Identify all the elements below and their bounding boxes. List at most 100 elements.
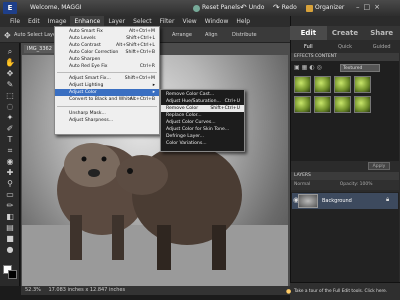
effect-thumbnail[interactable] bbox=[354, 76, 371, 93]
hand-tool-icon[interactable]: ✋ bbox=[4, 58, 16, 67]
gradient-tool-icon[interactable]: ▤ bbox=[4, 223, 16, 232]
move-tool-icon: ✥ bbox=[4, 31, 11, 40]
arrange-dropdown[interactable]: Arrange bbox=[172, 32, 192, 38]
menu-item-remove-color-cast[interactable]: Remove Color Cast... bbox=[161, 91, 244, 98]
organizer-button[interactable]: Organizer bbox=[306, 3, 344, 13]
document-size: 17.083 inches x 12.847 inches bbox=[48, 287, 126, 293]
effects-panel-header[interactable]: EFFECTS CONTENT bbox=[291, 53, 399, 61]
organizer-icon bbox=[306, 4, 313, 12]
mode-tabs: Edit Create Share bbox=[290, 26, 400, 40]
menu-item-adjust-color-curves[interactable]: Adjust Color Curves... bbox=[161, 119, 244, 126]
redo-button[interactable]: ↷ Redo bbox=[273, 3, 297, 13]
menu-item-replace-color[interactable]: Replace Color... bbox=[161, 112, 244, 119]
toolbox: ⌕ ✋ ✥ ✎ ⬚ ◌ ✦ ✐ T ⌗ ◉ ✚ ⚲ ▭ ✏ ◧ ▤ ■ ● bbox=[0, 43, 20, 286]
menu-item-auto-contrast[interactable]: Auto Contrast Alt+Shift+Ctrl+L bbox=[55, 42, 159, 49]
magic-wand-tool-icon[interactable]: ✦ bbox=[4, 113, 16, 122]
window-controls[interactable]: –□× bbox=[356, 3, 384, 11]
effects-type-icons[interactable]: ▣▦◐◎ bbox=[294, 64, 324, 71]
distribute-dropdown[interactable]: Distribute bbox=[232, 32, 257, 38]
layers-options: Normal Opacity: 100% bbox=[291, 180, 399, 190]
effect-thumbnail[interactable] bbox=[334, 96, 351, 113]
menu-item-adjust-color[interactable]: Adjust Color ▸ bbox=[55, 89, 159, 96]
undo-button[interactable]: ↶ Undo bbox=[240, 3, 264, 13]
apply-button[interactable]: Apply bbox=[368, 162, 390, 170]
clone-stamp-tool-icon[interactable]: ⚲ bbox=[4, 179, 16, 188]
brush-tool-icon[interactable]: ✏ bbox=[4, 201, 16, 210]
reset-icon bbox=[193, 4, 200, 12]
menu-item-auto-smart-fix[interactable]: Auto Smart Fix Alt+Ctrl+M bbox=[55, 28, 159, 35]
menu-item-convert-bw[interactable]: Convert to Black and White... Alt+Ctrl+B bbox=[55, 96, 159, 103]
crop-tool-icon[interactable]: ⌗ bbox=[4, 146, 16, 155]
tour-tip-link[interactable]: Take a tour of the Full Edit tools. Clic… bbox=[294, 289, 387, 294]
layers-list bbox=[291, 210, 399, 282]
menu-item-unsharp-mask[interactable]: Unsharp Mask... bbox=[55, 110, 159, 117]
menu-item-defringe-layer[interactable]: Defringe Layer... bbox=[161, 133, 244, 140]
menu-separator bbox=[57, 72, 157, 73]
menu-item-adjust-smart-fix[interactable]: Adjust Smart Fix... Shift+Ctrl+M bbox=[55, 75, 159, 82]
shape-tool-icon[interactable]: ■ bbox=[4, 234, 16, 243]
menu-help[interactable]: Help bbox=[232, 16, 254, 27]
tab-quick[interactable]: Quick bbox=[327, 42, 364, 52]
zoom-level: 52.3% bbox=[25, 287, 41, 293]
auto-select-layer-option[interactable]: Auto Select Layer bbox=[14, 32, 58, 38]
move-tool-icon[interactable]: ✥ bbox=[4, 69, 16, 78]
effect-thumbnail[interactable] bbox=[314, 76, 331, 93]
lock-icon: 🔒︎ bbox=[386, 196, 390, 203]
menu-separator bbox=[57, 106, 157, 107]
menu-item-auto-sharpen[interactable]: Auto Sharpen bbox=[55, 56, 159, 63]
tab-share[interactable]: Share bbox=[363, 26, 400, 40]
menu-view[interactable]: View bbox=[178, 16, 200, 27]
menu-item-color-variations[interactable]: Color Variations... bbox=[161, 140, 244, 147]
reset-panels-button[interactable]: Reset Panels bbox=[193, 3, 240, 13]
app-logo-icon: E bbox=[3, 2, 17, 14]
layer-name: Background bbox=[322, 198, 352, 204]
tab-edit[interactable]: Edit bbox=[290, 26, 327, 40]
effect-thumbnail[interactable] bbox=[334, 76, 351, 93]
effect-thumbnail[interactable] bbox=[294, 96, 311, 113]
menu-file[interactable]: File bbox=[6, 16, 24, 27]
undo-icon: ↶ bbox=[240, 3, 247, 12]
selection-brush-tool-icon[interactable]: ✐ bbox=[4, 124, 16, 133]
close-icon[interactable]: × bbox=[374, 3, 384, 11]
effect-thumbnail[interactable] bbox=[294, 76, 311, 93]
lightbulb-icon: ● bbox=[286, 288, 292, 295]
minimize-icon[interactable]: – bbox=[356, 3, 364, 11]
effect-thumbnail[interactable] bbox=[354, 96, 371, 113]
menu-item-adjust-color-skin-tone[interactable]: Adjust Color for Skin Tone... bbox=[161, 126, 244, 133]
menu-item-auto-color-correction[interactable]: Auto Color Correction Shift+Ctrl+B bbox=[55, 49, 159, 56]
tab-create[interactable]: Create bbox=[326, 26, 364, 40]
tab-full[interactable]: Full bbox=[290, 42, 327, 52]
lasso-tool-icon[interactable]: ◌ bbox=[4, 102, 16, 111]
edit-mode-tabs: Full Quick Guided bbox=[290, 42, 400, 52]
red-eye-tool-icon[interactable]: ◉ bbox=[4, 157, 16, 166]
tab-guided[interactable]: Guided bbox=[363, 42, 400, 52]
blur-tool-icon[interactable]: ● bbox=[4, 245, 16, 254]
layers-panel-header[interactable]: LAYERS bbox=[291, 172, 399, 180]
menu-item-auto-levels[interactable]: Auto Levels Shift+Ctrl+L bbox=[55, 35, 159, 42]
eraser-tool-icon[interactable]: ▭ bbox=[4, 190, 16, 199]
status-bar: 52.3% 17.083 inches x 12.847 inches bbox=[21, 286, 290, 295]
maximize-icon[interactable]: □ bbox=[364, 3, 375, 11]
effects-category-dropdown[interactable]: Textured bbox=[340, 64, 380, 72]
healing-brush-tool-icon[interactable]: ✚ bbox=[4, 168, 16, 177]
align-dropdown[interactable]: Align bbox=[205, 32, 218, 38]
effect-thumbnail[interactable] bbox=[314, 96, 331, 113]
layer-thumbnail bbox=[298, 194, 318, 208]
menu-item-adjust-hue-saturation[interactable]: Adjust Hue/Saturation... Ctrl+U bbox=[161, 98, 244, 105]
zoom-tool-icon[interactable]: ⌕ bbox=[4, 47, 16, 56]
menu-edit[interactable]: Edit bbox=[24, 16, 44, 27]
adjust-color-submenu: Remove Color Cast... Adjust Hue/Saturati… bbox=[160, 89, 245, 152]
opacity-field[interactable]: Opacity: 100% bbox=[340, 182, 373, 187]
type-tool-icon[interactable]: T bbox=[4, 135, 16, 144]
marquee-tool-icon[interactable]: ⬚ bbox=[4, 91, 16, 100]
enhance-menu: Auto Smart Fix Alt+Ctrl+M Auto Levels Shif… bbox=[54, 26, 160, 135]
menu-window[interactable]: Window bbox=[201, 16, 233, 27]
background-color-swatch[interactable] bbox=[8, 270, 17, 279]
menu-item-adjust-lighting[interactable]: Adjust Lighting ▸ bbox=[55, 82, 159, 89]
menu-item-remove-color[interactable]: Remove Color Shift+Ctrl+U bbox=[161, 105, 244, 112]
paint-bucket-tool-icon[interactable]: ◧ bbox=[4, 212, 16, 221]
eyedropper-tool-icon[interactable]: ✎ bbox=[4, 80, 16, 89]
menu-item-auto-red-eye-fix[interactable]: Auto Red Eye Fix Ctrl+R bbox=[55, 63, 159, 70]
blend-mode-dropdown[interactable]: Normal bbox=[294, 182, 310, 187]
menu-item-adjust-sharpness[interactable]: Adjust Sharpness... bbox=[55, 117, 159, 124]
